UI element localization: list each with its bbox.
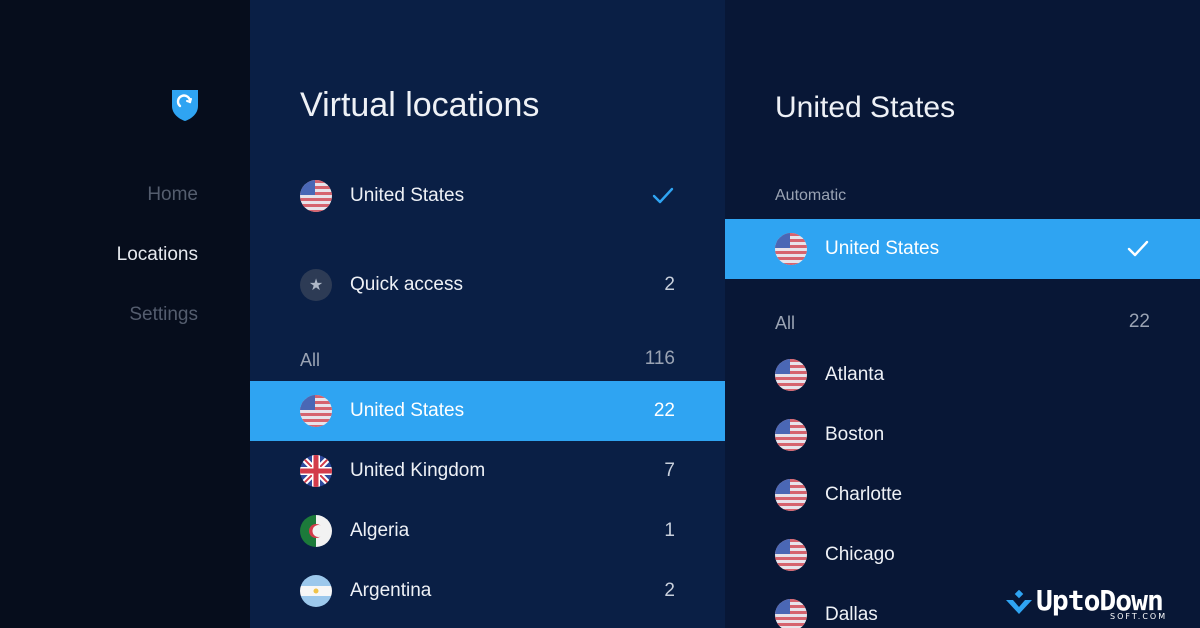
- algeria-flag-icon: [300, 515, 332, 547]
- country-row[interactable]: United Kingdom 7: [250, 441, 725, 501]
- city-row[interactable]: Chicago: [725, 525, 1200, 585]
- page-title: Virtual locations: [300, 86, 540, 124]
- nav-locations[interactable]: Locations: [117, 244, 198, 266]
- watermark-subtext: SOFT.COM: [1110, 612, 1168, 621]
- quick-access-count: 2: [664, 274, 675, 295]
- uk-flag-icon: [300, 455, 332, 487]
- city-row[interactable]: Charlotte: [725, 465, 1200, 525]
- uptodown-logo-icon: [1006, 590, 1032, 614]
- city-label: Boston: [825, 424, 885, 445]
- automatic-location-row[interactable]: United States: [725, 219, 1200, 279]
- locations-panel: Virtual locations United States ★ Quick …: [250, 0, 725, 628]
- detail-title: United States: [775, 91, 956, 124]
- country-row[interactable]: Algeria 1: [250, 501, 725, 561]
- city-label: Dallas: [825, 604, 878, 625]
- city-row[interactable]: Boston: [725, 405, 1200, 465]
- sidebar: Home Locations Settings: [0, 0, 250, 628]
- us-flag-icon: [775, 479, 807, 511]
- us-flag-icon: [775, 359, 807, 391]
- country-count: 22: [653, 400, 675, 421]
- country-label: Algeria: [350, 520, 410, 541]
- automatic-section-label: Automatic: [775, 187, 847, 204]
- country-count: 1: [664, 520, 675, 541]
- country-row[interactable]: Argentina 2: [250, 561, 725, 621]
- country-label: Argentina: [350, 580, 432, 601]
- uptodown-watermark: UptoDown SOFT.COM: [1004, 584, 1194, 622]
- us-flag-icon: [300, 395, 332, 427]
- star-icon: ★: [300, 269, 332, 301]
- nav-home[interactable]: Home: [147, 184, 198, 206]
- country-label: United Kingdom: [350, 460, 486, 481]
- city-label: Charlotte: [825, 484, 903, 505]
- country-count: 2: [664, 580, 675, 601]
- nav-settings[interactable]: Settings: [129, 304, 198, 326]
- all-cities-label: All: [775, 313, 796, 333]
- current-location-row[interactable]: United States: [250, 166, 725, 226]
- city-label: Atlanta: [825, 364, 885, 385]
- us-flag-icon: [775, 233, 807, 265]
- all-section-label: All: [300, 350, 321, 370]
- country-row[interactable]: United States 22: [250, 381, 725, 441]
- quick-access-row[interactable]: ★ Quick access 2: [250, 255, 725, 315]
- automatic-location-label: United States: [825, 238, 940, 259]
- check-icon: [649, 182, 677, 210]
- us-flag-icon: [775, 419, 807, 451]
- us-flag-icon: [775, 539, 807, 571]
- country-label: United States: [350, 400, 465, 421]
- all-section-count: 116: [644, 348, 675, 369]
- us-flag-icon: [775, 599, 807, 628]
- quick-access-label: Quick access: [350, 274, 463, 295]
- city-row[interactable]: Atlanta: [725, 345, 1200, 405]
- hotspot-shield-logo-icon: [172, 90, 198, 121]
- country-detail-panel: United States Automatic United States Al…: [725, 0, 1200, 628]
- current-location-label: United States: [350, 185, 465, 206]
- check-icon: [1124, 235, 1152, 263]
- city-label: Chicago: [825, 544, 895, 565]
- argentina-flag-icon: [300, 575, 332, 607]
- country-count: 7: [664, 460, 675, 481]
- all-cities-count: 22: [1128, 311, 1150, 332]
- us-flag-icon: [300, 180, 332, 212]
